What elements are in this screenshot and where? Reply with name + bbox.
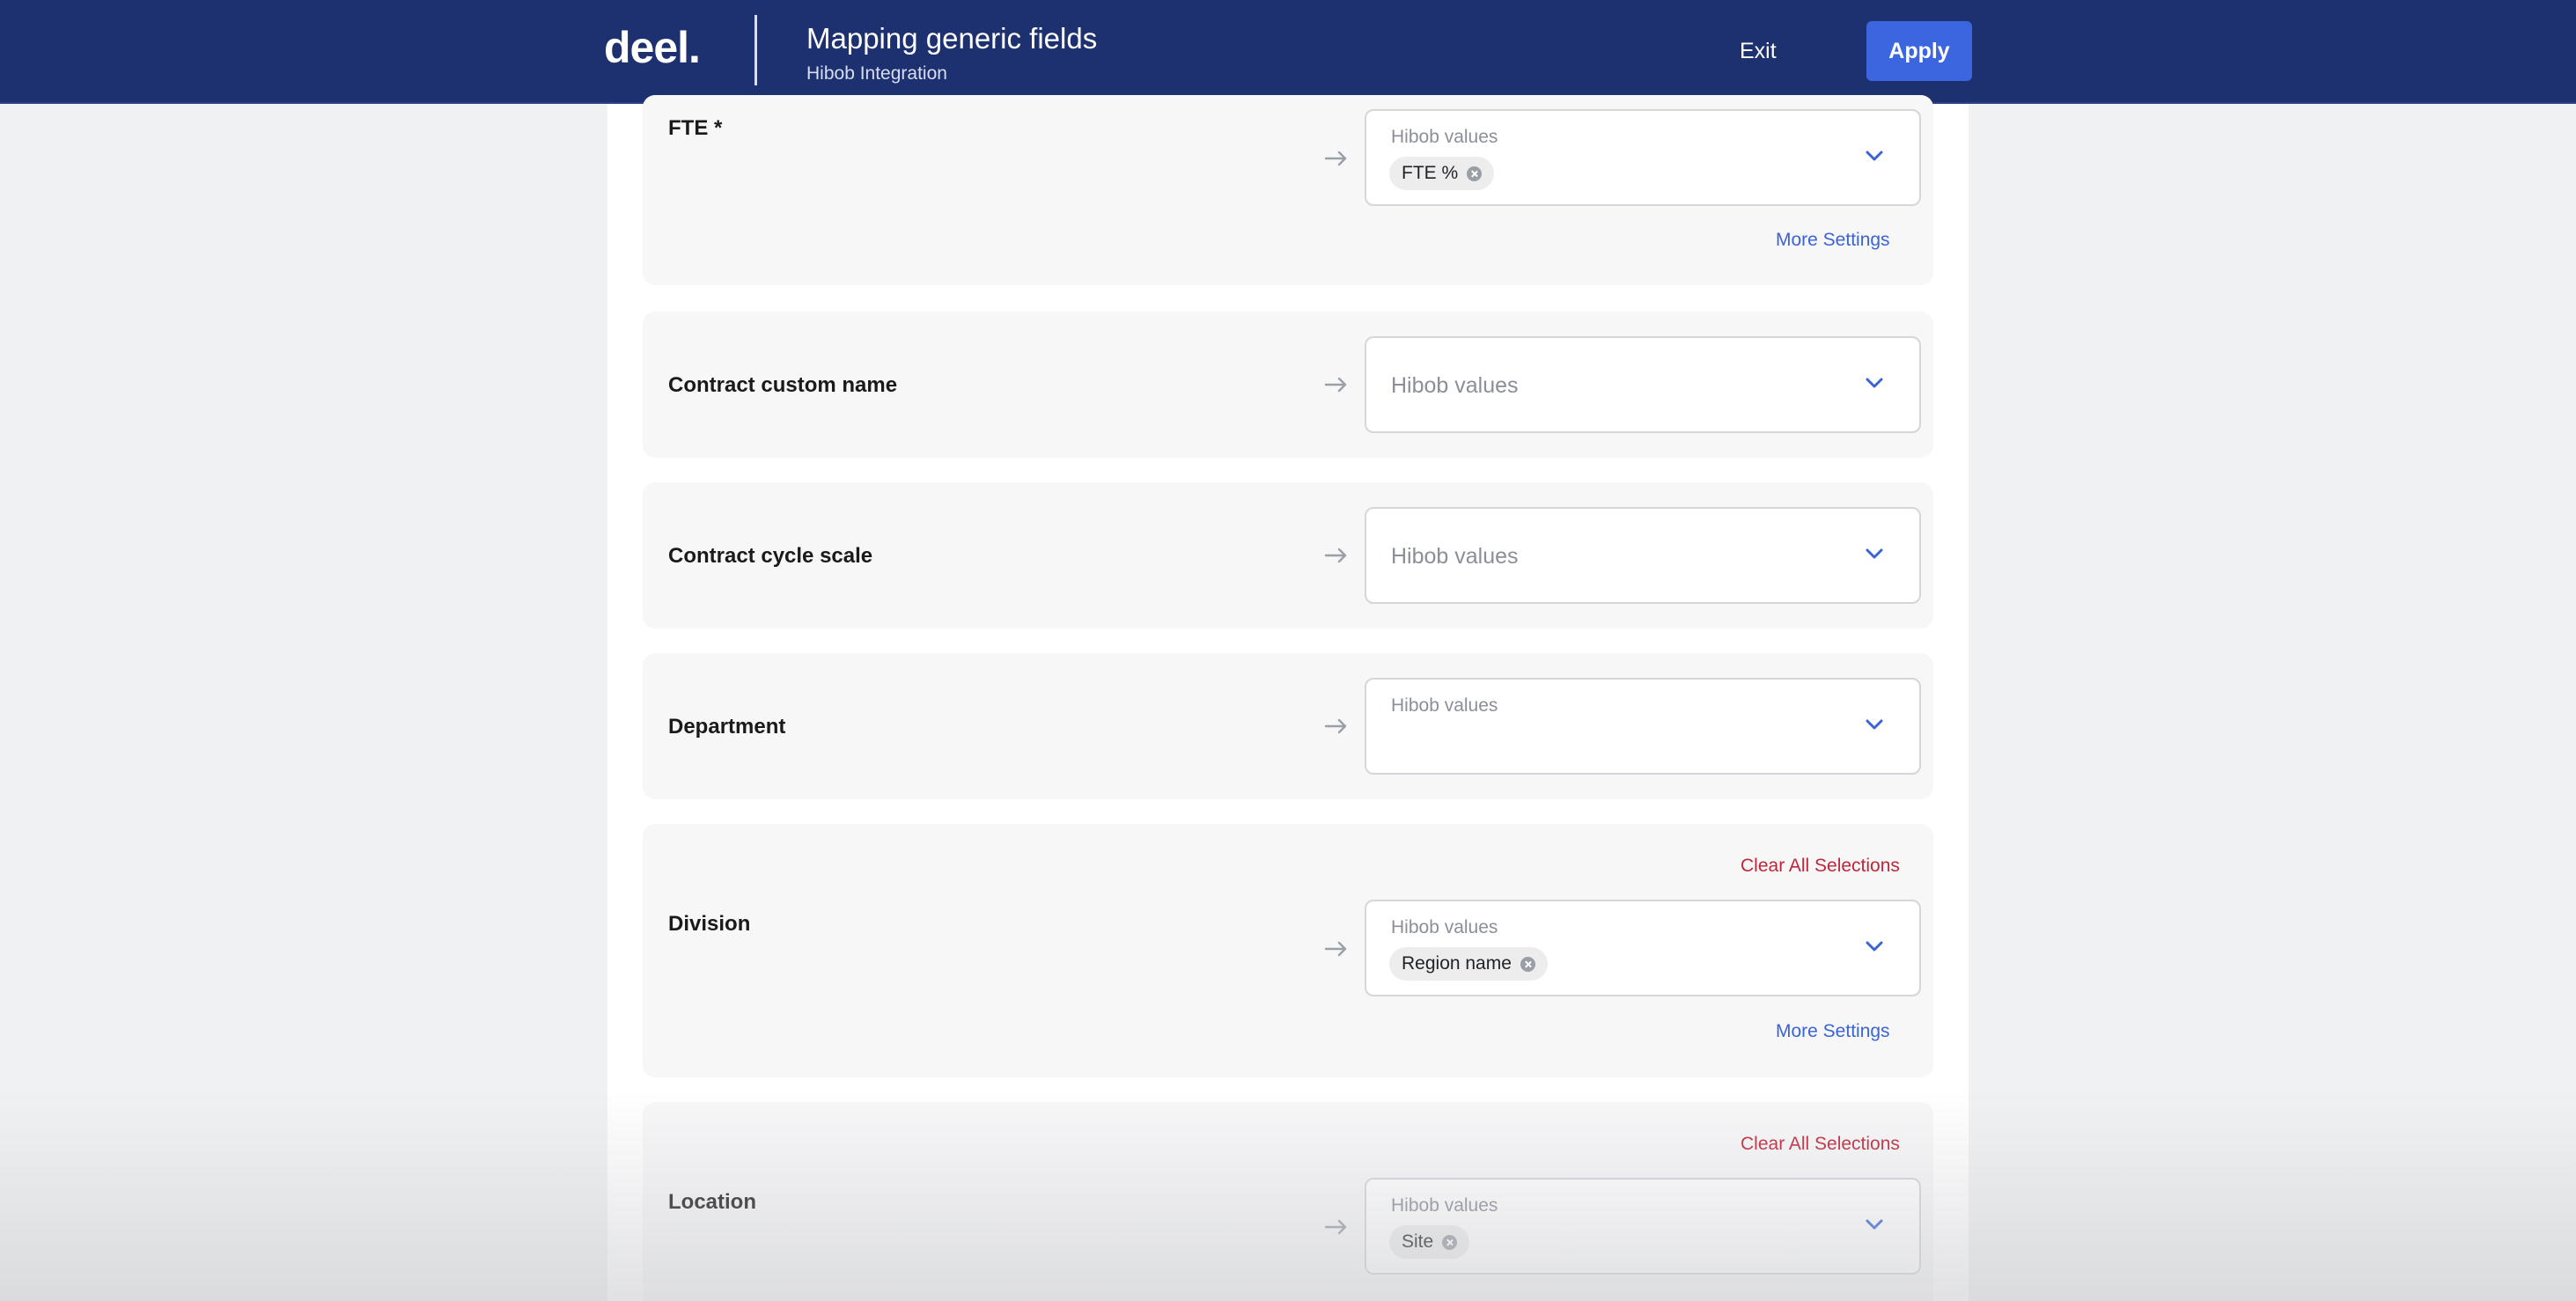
- select-label: Hibob values: [1391, 695, 1498, 716]
- hibob-values-select[interactable]: Hibob values Site: [1365, 1178, 1921, 1275]
- apply-button[interactable]: Apply: [1866, 21, 1972, 81]
- top-bar: deel. Mapping generic fields Hibob Integ…: [0, 0, 2576, 104]
- deel-logo[interactable]: deel.: [604, 19, 701, 76]
- field-row-location: Clear All Selections Location Hibob valu…: [643, 1102, 1933, 1301]
- chevron-down-icon[interactable]: [1865, 150, 1884, 162]
- selected-chip: Region name: [1389, 947, 1548, 981]
- selected-chip: FTE %: [1389, 157, 1495, 190]
- arrow-right-icon: [1324, 547, 1349, 564]
- more-settings-link[interactable]: More Settings: [1776, 230, 1890, 251]
- select-label: Hibob values: [1391, 917, 1498, 937]
- chip-label: Region name: [1402, 953, 1512, 974]
- field-row-department: Department Hibob values: [643, 653, 1933, 799]
- select-placeholder: Hibob values: [1391, 373, 1519, 398]
- chevron-down-icon[interactable]: [1865, 718, 1884, 731]
- hibob-values-select[interactable]: Hibob values: [1365, 678, 1921, 775]
- field-row-division: Clear All Selections Division Hibob valu…: [643, 824, 1933, 1077]
- chevron-down-icon[interactable]: [1865, 548, 1884, 560]
- chevron-down-icon[interactable]: [1865, 1218, 1884, 1231]
- more-settings-link[interactable]: More Settings: [1776, 1021, 1890, 1042]
- close-circle-icon[interactable]: [1520, 956, 1535, 972]
- select-label: Hibob values: [1391, 127, 1498, 147]
- hibob-values-select[interactable]: Hibob values Region name: [1365, 900, 1921, 996]
- select-placeholder: Hibob values: [1391, 544, 1519, 569]
- field-label: Location: [668, 1190, 756, 1214]
- chip-label: Site: [1402, 1231, 1434, 1252]
- field-label: FTE *: [668, 116, 723, 140]
- hibob-values-select[interactable]: Hibob values FTE %: [1365, 109, 1921, 206]
- hibob-values-select[interactable]: Hibob values: [1365, 507, 1921, 604]
- clear-all-selections-link[interactable]: Clear All Selections: [1741, 856, 1900, 877]
- arrow-right-icon: [1324, 717, 1349, 735]
- arrow-right-icon: [1324, 376, 1349, 393]
- selected-chip: Site: [1389, 1225, 1470, 1259]
- field-row-contract-cycle-scale: Contract cycle scale Hibob values: [643, 482, 1933, 628]
- chevron-down-icon[interactable]: [1865, 377, 1884, 389]
- field-label: Department: [668, 715, 786, 739]
- page-subtitle: Hibob Integration: [806, 63, 947, 84]
- field-label: Contract cycle scale: [668, 544, 873, 568]
- field-row-fte: FTE * Hibob values FTE % More Settings: [643, 95, 1933, 285]
- select-label: Hibob values: [1391, 1195, 1498, 1216]
- arrow-right-icon: [1324, 940, 1349, 958]
- close-circle-icon[interactable]: [1442, 1234, 1458, 1250]
- chevron-down-icon[interactable]: [1865, 940, 1884, 952]
- header-divider: [754, 15, 757, 85]
- exit-button[interactable]: Exit: [1740, 33, 1777, 69]
- clear-all-selections-link[interactable]: Clear All Selections: [1741, 1134, 1900, 1155]
- field-row-contract-custom-name: Contract custom name Hibob values: [643, 312, 1933, 458]
- field-label: Division: [668, 912, 751, 936]
- arrow-right-icon: [1324, 150, 1349, 167]
- page-title: Mapping generic fields: [806, 22, 1098, 55]
- app-viewport: deel. Mapping generic fields Hibob Integ…: [0, 0, 2576, 1301]
- mapping-panel: FTE * Hibob values FTE % More Settings C…: [607, 95, 1969, 1301]
- close-circle-icon[interactable]: [1467, 165, 1483, 181]
- arrow-right-icon: [1324, 1218, 1349, 1236]
- hibob-values-select[interactable]: Hibob values: [1365, 336, 1921, 433]
- field-label: Contract custom name: [668, 373, 898, 397]
- chip-label: FTE %: [1402, 163, 1459, 183]
